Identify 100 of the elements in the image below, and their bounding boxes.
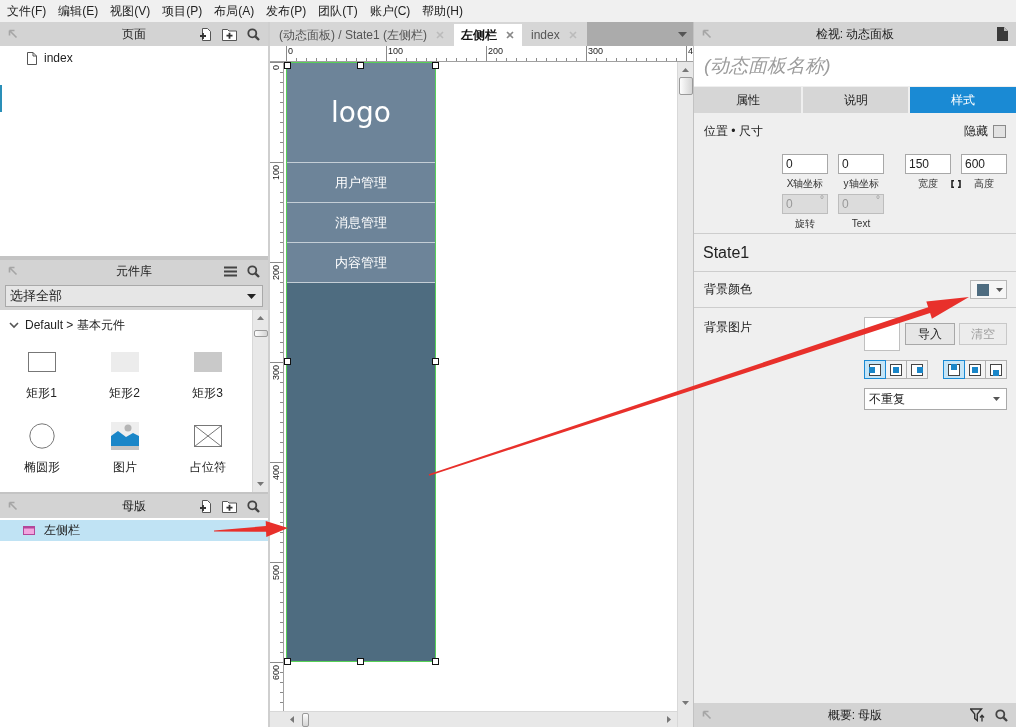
page-item[interactable]: index (0, 48, 268, 68)
close-icon[interactable] (506, 31, 514, 39)
left-arrow-icon[interactable] (290, 716, 294, 723)
ruler-label: 300 (587, 46, 605, 56)
scrollbar[interactable] (270, 711, 677, 727)
up-arrow-icon[interactable] (682, 68, 689, 72)
ruler-label: 600 (271, 664, 281, 681)
ruler-label: 300 (271, 364, 281, 381)
widget-item[interactable]: 矩形3 (166, 347, 249, 413)
chevron-icon[interactable] (9, 321, 19, 329)
resize-handle[interactable] (432, 358, 439, 365)
field-label: Text (850, 217, 872, 230)
menu-item[interactable]: 帮助(H) (416, 0, 469, 23)
scroll-thumb[interactable] (253, 330, 268, 337)
widget-item[interactable]: 矩形2 (83, 347, 166, 413)
ruler-label: 4 (687, 46, 693, 56)
align-button[interactable] (985, 360, 1007, 379)
image-icon (110, 422, 139, 450)
document-icon[interactable] (997, 27, 1008, 41)
filter-icon[interactable] (970, 708, 985, 722)
name-field[interactable]: (动态面板名称) (694, 46, 1016, 86)
caret-icon (996, 287, 1003, 292)
ruler-label: 500 (271, 564, 281, 581)
repeat-dropdown[interactable]: 不重复 (864, 388, 1007, 410)
rectangle-icon (27, 352, 56, 372)
scrollbar[interactable] (677, 62, 693, 727)
down-arrow-icon[interactable] (682, 701, 689, 705)
position-field[interactable]: 0 (782, 154, 828, 174)
widget-item[interactable]: 图片 (83, 421, 166, 487)
resize-handle[interactable] (357, 658, 364, 665)
align-bottom-icon (990, 363, 1002, 376)
section-title: 位置 • 尺寸 (704, 122, 763, 140)
image-button[interactable]: 导入 (905, 323, 955, 345)
scroll-thumb[interactable] (302, 712, 309, 727)
panel-title: 检视: 动态面板 (815, 25, 895, 43)
field-label: X轴坐标 (785, 177, 825, 191)
menu-item[interactable]: 文件(F) (1, 0, 53, 23)
menu-item[interactable]: 布局(A) (208, 0, 261, 23)
search-icon[interactable] (247, 499, 260, 513)
inspector-tab[interactable]: 样式 (910, 87, 1016, 113)
down-arrow-icon[interactable] (257, 482, 264, 486)
widget-item[interactable]: 矩形1 (0, 347, 83, 413)
inspector-tab[interactable]: 属性 (694, 87, 801, 113)
add-page-icon[interactable] (199, 498, 212, 514)
size-field[interactable]: 150 (905, 154, 951, 174)
resize-handle[interactable] (432, 62, 439, 69)
panel-title: 概要: 母版 (827, 706, 883, 724)
color-picker[interactable] (970, 280, 1007, 299)
align-right-icon (911, 363, 923, 376)
up-arrow-icon[interactable] (257, 316, 264, 320)
menu-icon[interactable] (224, 265, 237, 277)
ruler-label: 0 (271, 64, 281, 70)
scroll-thumb[interactable] (678, 77, 693, 95)
scrollbar[interactable] (252, 310, 268, 492)
field-label: 旋转 (794, 217, 816, 230)
menu-item[interactable]: 项目(P) (156, 0, 209, 23)
position-field[interactable]: 0 (838, 154, 884, 174)
checkbox[interactable] (993, 124, 1006, 138)
caret-icon[interactable] (678, 31, 687, 37)
search-icon[interactable] (247, 264, 260, 278)
menu-item[interactable]: 编辑(E) (52, 0, 105, 23)
align-button[interactable] (885, 360, 907, 379)
logo-text: logo (331, 96, 391, 129)
state-name: State1 (703, 243, 750, 262)
checkbox-label: 隐藏 (964, 122, 988, 140)
group-header[interactable]: Default > 基本元件 (0, 316, 252, 334)
master-icon (23, 526, 35, 535)
menu-item[interactable]: 团队(T) (312, 0, 364, 23)
right-arrow-icon[interactable] (667, 716, 671, 723)
menu-item[interactable]: 发布(P) (260, 0, 313, 23)
add-folder-icon[interactable] (222, 27, 237, 41)
ruler-label: 200 (487, 46, 505, 56)
resize-handle[interactable] (284, 62, 291, 69)
resize-handle[interactable] (432, 658, 439, 665)
resize-handle[interactable] (357, 62, 364, 69)
menu-item[interactable]: 视图(V) (104, 0, 157, 23)
widget-item[interactable]: 椭圆形 (0, 421, 83, 487)
caret-icon (247, 293, 256, 299)
widget-item[interactable]: 占位符 (166, 421, 249, 487)
align-button[interactable] (864, 360, 886, 379)
size-field[interactable]: 600 (961, 154, 1007, 174)
search-icon[interactable] (995, 708, 1008, 722)
panel-title: 元件库 (116, 262, 152, 280)
align-button[interactable] (943, 360, 965, 379)
filter-dropdown[interactable]: 选择全部 (5, 285, 263, 307)
editor-tab[interactable]: 左侧栏 (454, 24, 522, 46)
inspector-tab[interactable]: 说明 (803, 87, 908, 113)
resize-handle[interactable] (284, 358, 291, 365)
resize-handle[interactable] (284, 658, 291, 665)
brackets-icon[interactable] (951, 180, 961, 188)
align-left-icon (869, 363, 881, 376)
field-label: y轴坐标 (842, 177, 880, 191)
master-item[interactable]: 左侧栏 (0, 520, 268, 541)
ruler-label: 200 (271, 264, 281, 281)
menu-item[interactable]: 账户(C) (363, 0, 417, 23)
align-button[interactable] (964, 360, 986, 379)
add-page-icon[interactable] (199, 26, 212, 42)
add-folder-icon[interactable] (222, 499, 237, 513)
search-icon[interactable] (247, 27, 260, 41)
align-button[interactable] (906, 360, 928, 379)
